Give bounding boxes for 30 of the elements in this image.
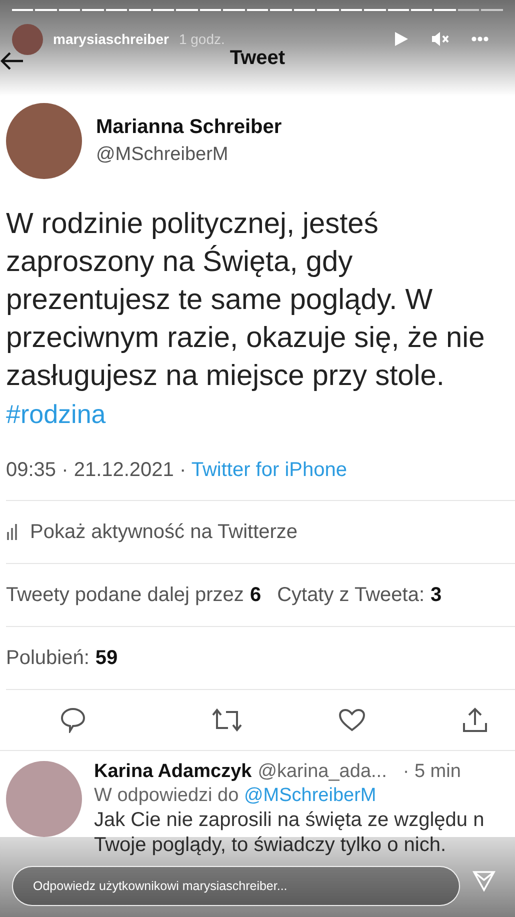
mute-icon[interactable] xyxy=(431,31,449,47)
share-icon[interactable] xyxy=(461,707,489,733)
likes-label[interactable]: Polubień: xyxy=(6,646,90,670)
back-arrow-icon[interactable] xyxy=(0,51,24,71)
more-icon[interactable] xyxy=(471,36,489,42)
quotes-label[interactable]: Cytaty z Tweeta: xyxy=(277,584,425,606)
quotes-count: 3 xyxy=(430,584,442,606)
author-handle[interactable]: @MSchreiberM xyxy=(96,144,282,166)
retweet-icon[interactable] xyxy=(211,708,243,732)
reply-icon[interactable] xyxy=(60,707,86,733)
retweets-count: 6 xyxy=(250,584,262,606)
tweet-text: W rodzinie politycznej, jesteś zaproszony na Święta, gdy prezentujesz te same poglądy. W przeciwnym razie, okazuje się, że nie zasługujesz na miejsce przy stole. xyxy=(6,207,486,394)
retweets-label[interactable]: Tweety podane dalej przez xyxy=(6,584,244,606)
screen-title: Tweet xyxy=(230,47,286,69)
heart-icon[interactable] xyxy=(338,708,366,732)
play-icon[interactable] xyxy=(393,31,409,47)
reply-text: Jak Cie nie zaprosili na święta ze względu n xyxy=(94,808,484,832)
bar-chart-icon xyxy=(6,523,20,541)
reply-input-field[interactable]: Odpowiedz użytkownikowi marysiaschreiber... xyxy=(12,866,460,906)
send-icon[interactable] xyxy=(472,870,496,892)
activity-link[interactable]: Pokaż aktywność na Twitterze xyxy=(30,520,298,544)
reply-author-handle[interactable]: @karina_ada... xyxy=(258,761,387,783)
reply-text: Twoje poglądy, to świadczy tylko o nich. xyxy=(94,833,448,857)
in-reply-to-label: W odpowiedzi do xyxy=(94,785,239,806)
likes-count: 59 xyxy=(95,646,118,670)
reply-time: · 5 min xyxy=(402,761,461,783)
tweet-timestamp: 09:35 · 21.12.2021 · xyxy=(6,459,188,481)
author-name[interactable]: Marianna Schreiber xyxy=(96,116,282,139)
post-time: 1 godz. xyxy=(178,31,225,47)
reply-author-name[interactable]: Karina Adamczyk xyxy=(94,761,252,783)
